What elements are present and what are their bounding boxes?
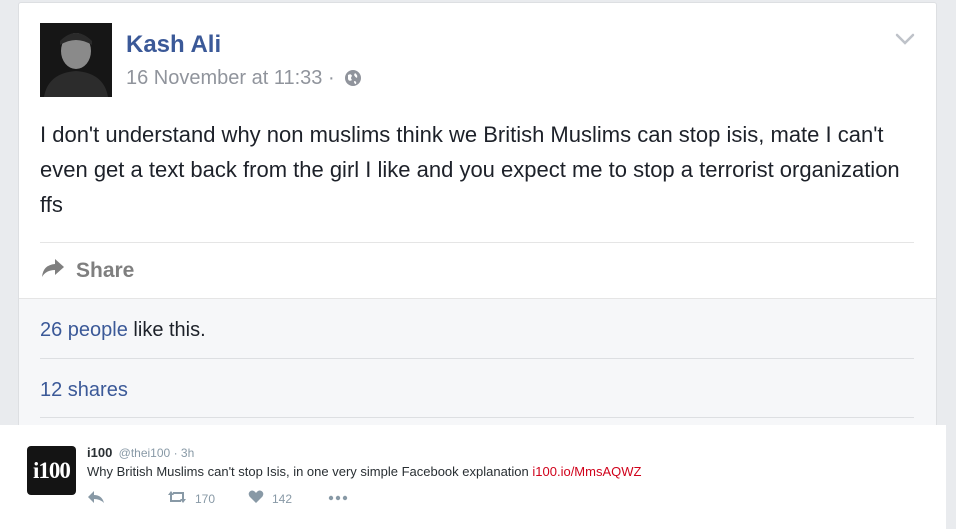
tweet-header: i100 @thei100 · 3h xyxy=(87,445,194,460)
tweet-author-name[interactable]: i100 xyxy=(87,445,112,460)
like-button[interactable]: 142 xyxy=(248,490,292,507)
likes-count-link[interactable]: 26 people xyxy=(40,319,128,341)
tweet-body: Why British Muslims can't stop Isis, in … xyxy=(87,464,533,479)
meta-separator: · xyxy=(327,67,335,89)
shares-link[interactable]: 12 shares xyxy=(40,379,128,402)
page-edge xyxy=(946,0,956,529)
more-options-button[interactable] xyxy=(328,490,348,504)
more-dots-icon xyxy=(328,490,348,504)
retweet-button[interactable]: 170 xyxy=(167,490,215,507)
reply-button[interactable] xyxy=(87,490,105,507)
likes-suffix: like this. xyxy=(127,319,206,341)
globe-icon[interactable] xyxy=(344,69,362,93)
reply-icon xyxy=(87,490,105,507)
heart-icon xyxy=(248,490,264,507)
author-avatar[interactable] xyxy=(40,23,112,97)
post-timestamp[interactable]: 16 November at 11:33 xyxy=(126,67,322,89)
post-meta: 16 November at 11:33 · xyxy=(126,67,362,93)
retweet-icon xyxy=(167,490,187,507)
divider xyxy=(40,417,914,418)
tweet-link[interactable]: i100.io/MmsAQWZ xyxy=(532,464,641,479)
facebook-post-card: Kash Ali 16 November at 11:33 · I don't … xyxy=(18,2,937,429)
share-label: Share xyxy=(76,259,135,282)
share-arrow-icon xyxy=(40,257,66,285)
chevron-down-icon[interactable] xyxy=(894,31,916,47)
avatar-logo-text: i100 xyxy=(33,457,71,483)
feedback-section: 26 people like this. 12 shares xyxy=(19,298,936,429)
author-name[interactable]: Kash Ali xyxy=(126,31,221,59)
retweet-count: 170 xyxy=(195,491,216,506)
post-text: I don't understand why non muslims think… xyxy=(40,122,900,217)
divider xyxy=(40,242,914,243)
likes-summary: 26 people like this. xyxy=(40,319,206,342)
tweet-avatar[interactable]: i100 xyxy=(27,446,76,495)
like-count: 142 xyxy=(272,491,293,506)
divider xyxy=(40,358,914,359)
tweet-card: i100 i100 @thei100 · 3h Why British Musl… xyxy=(0,425,946,529)
share-button[interactable]: Share xyxy=(40,256,134,286)
tweet-text: Why British Muslims can't stop Isis, in … xyxy=(87,464,641,479)
tweet-time[interactable]: · 3h xyxy=(174,446,195,460)
tweet-handle[interactable]: @thei100 xyxy=(119,446,171,460)
